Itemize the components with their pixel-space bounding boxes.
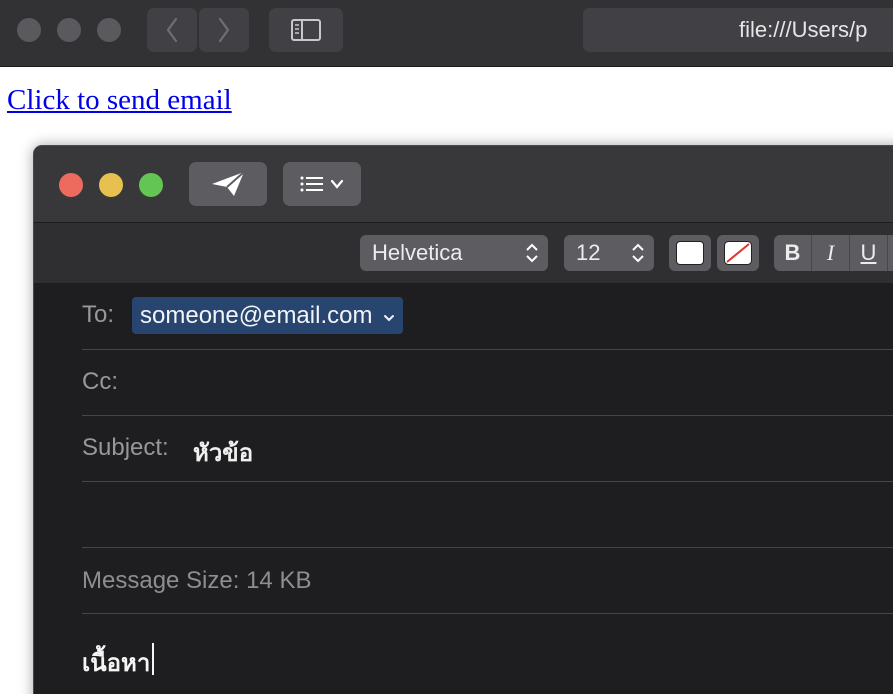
background-color-button[interactable] [717, 235, 759, 271]
back-button[interactable] [147, 8, 197, 52]
close-button[interactable] [59, 173, 83, 197]
to-label: To: [82, 301, 115, 328]
font-size-value: 12 [576, 240, 601, 265]
message-body-text: เนื้อหา [82, 650, 151, 677]
text-color-button[interactable] [669, 235, 711, 271]
browser-minimize-button[interactable] [57, 18, 81, 42]
mail-compose-window: Helvetica 12 B I U To: someone@email.com… [33, 145, 893, 694]
header-fields-button[interactable] [283, 162, 361, 206]
chevron-down-icon [330, 179, 344, 189]
mail-toolbar [34, 146, 893, 222]
format-bar: Helvetica 12 B I U [34, 222, 893, 284]
send-button[interactable] [189, 162, 267, 206]
text-caret [152, 643, 154, 675]
to-field-row: To: someone@email.com [82, 284, 893, 350]
paper-plane-icon [212, 171, 245, 196]
text-style-group: B I U [774, 235, 893, 271]
subject-field-row[interactable]: Subject: หัวข้อ [82, 416, 893, 482]
browser-close-button[interactable] [17, 18, 41, 42]
browser-toolbar: file:///Users/p [0, 0, 893, 67]
url-text: file:///Users/p [739, 17, 868, 42]
underline-button[interactable]: U [850, 235, 888, 271]
updown-arrows-icon [526, 243, 538, 263]
recipient-token[interactable]: someone@email.com [132, 297, 404, 334]
italic-button[interactable]: I [812, 235, 850, 271]
no-color-swatch-icon [724, 241, 752, 265]
cc-field-row[interactable]: Cc: [82, 350, 893, 416]
list-icon [300, 176, 323, 192]
recipient-address: someone@email.com [140, 302, 373, 329]
forward-button[interactable] [199, 8, 249, 52]
chevron-right-icon [218, 17, 230, 43]
chevron-down-icon [384, 315, 395, 322]
zoom-button[interactable] [139, 173, 163, 197]
empty-field-row [82, 482, 893, 548]
font-family-value: Helvetica [372, 240, 463, 265]
subject-value: หัวข้อ [193, 440, 254, 467]
sidebar-icon [291, 19, 321, 41]
text-color-swatch [676, 241, 704, 265]
minimize-button[interactable] [99, 173, 123, 197]
chevron-left-icon [166, 17, 178, 43]
sidebar-toggle-button[interactable] [269, 8, 343, 52]
bold-button[interactable]: B [774, 235, 812, 271]
browser-zoom-button[interactable] [97, 18, 121, 42]
font-size-select[interactable]: 12 [564, 235, 654, 271]
navigation-buttons [147, 8, 249, 52]
send-email-link[interactable]: Click to send email [7, 84, 232, 117]
subject-label: Subject: [82, 434, 169, 461]
font-family-select[interactable]: Helvetica [360, 235, 548, 271]
cc-label: Cc: [82, 368, 118, 395]
updown-arrows-icon [632, 243, 644, 263]
message-size: Message Size: 14 KB [82, 567, 312, 594]
address-bar[interactable]: file:///Users/p [583, 8, 893, 52]
